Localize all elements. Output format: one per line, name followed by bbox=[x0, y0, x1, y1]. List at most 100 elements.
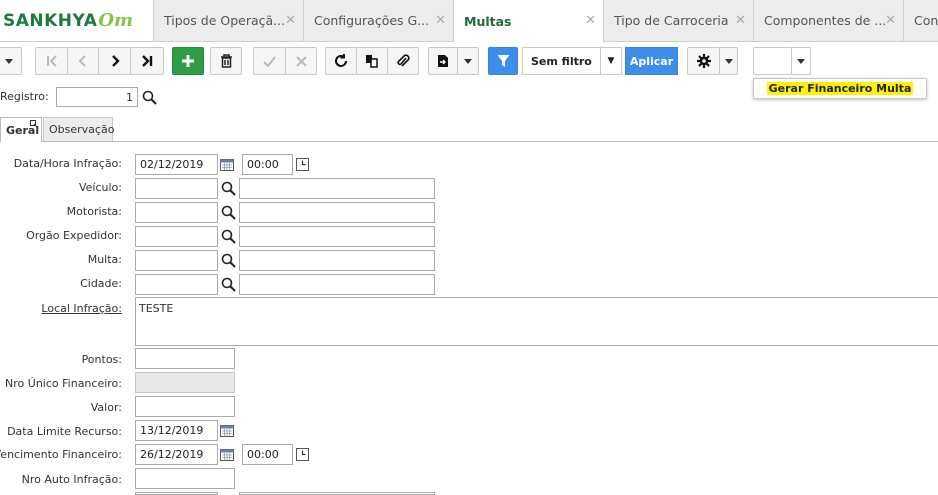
close-icon[interactable]: ✕ bbox=[585, 13, 596, 28]
actions-popup-menu: Gerar Financeiro Multa bbox=[753, 78, 927, 99]
vencimento-financeiro-date-input[interactable]: 26/12/2019 bbox=[135, 444, 218, 465]
clock-icon[interactable] bbox=[294, 156, 310, 172]
check-icon bbox=[263, 55, 276, 67]
close-icon[interactable]: ✕ bbox=[435, 13, 446, 28]
multa-label: Multa: bbox=[87, 253, 122, 266]
next-record-button[interactable] bbox=[98, 47, 131, 75]
data-limite-recurso-label: Data Limite Recurso: bbox=[7, 425, 122, 438]
orgao-expedidor-code-input[interactable] bbox=[135, 226, 218, 247]
close-icon[interactable]: ✕ bbox=[285, 13, 296, 28]
delete-record-button[interactable] bbox=[210, 47, 242, 75]
copy-icon bbox=[366, 55, 378, 68]
export-button[interactable] bbox=[428, 47, 458, 75]
clock-icon[interactable] bbox=[294, 446, 310, 462]
calendar-icon[interactable] bbox=[219, 422, 235, 438]
settings-dropdown-button[interactable] bbox=[719, 47, 738, 75]
data-limite-recurso-input[interactable]: 13/12/2019 bbox=[135, 420, 218, 441]
calendar-icon[interactable] bbox=[219, 446, 235, 462]
caret-down-icon bbox=[464, 58, 472, 64]
search-icon[interactable] bbox=[220, 228, 236, 244]
x-icon bbox=[295, 55, 307, 67]
actions-button[interactable] bbox=[753, 47, 792, 75]
tab-bar: SANKHYA Om Tipos de Operaçã... ✕ Configu… bbox=[0, 0, 938, 42]
data-infracao-input[interactable]: 02/12/2019 bbox=[135, 154, 218, 175]
motorista-label: Motorista: bbox=[66, 205, 122, 218]
orgao-expedidor-desc-input[interactable] bbox=[239, 226, 435, 247]
filter-button[interactable] bbox=[488, 47, 518, 75]
chevron-left-icon bbox=[78, 55, 86, 67]
tab-observacao[interactable]: Observação bbox=[43, 117, 114, 142]
settings-button[interactable] bbox=[687, 47, 720, 75]
tab-multas[interactable]: Multas ✕ bbox=[454, 0, 604, 42]
filter-select-value: Sem filtro bbox=[531, 54, 592, 68]
menu-dropdown-button[interactable] bbox=[0, 47, 22, 75]
close-icon[interactable]: ✕ bbox=[735, 13, 746, 28]
valor-input[interactable] bbox=[135, 396, 235, 417]
search-icon[interactable] bbox=[220, 204, 236, 220]
search-icon[interactable] bbox=[220, 180, 236, 196]
tab-configuracoes[interactable]: Configurações G... ✕ bbox=[304, 0, 454, 41]
caret-down-icon bbox=[5, 58, 13, 64]
multa-desc-input[interactable] bbox=[239, 250, 435, 271]
veiculo-label: Veículo: bbox=[78, 181, 122, 194]
confirm-button[interactable] bbox=[253, 47, 286, 75]
multa-code-input[interactable] bbox=[135, 250, 218, 271]
caret-down-icon: ▼ bbox=[600, 48, 621, 74]
tab-tipos-operacao[interactable]: Tipos de Operaçã... ✕ bbox=[154, 0, 304, 41]
nro-unico-financeiro-input bbox=[135, 372, 235, 393]
tab-componentes[interactable]: Componentes de ... ✕ bbox=[754, 0, 904, 41]
trash-icon bbox=[220, 54, 232, 68]
veiculo-code-input[interactable] bbox=[135, 178, 218, 199]
refresh-icon bbox=[335, 54, 347, 67]
toolbar: Sem filtro ▼ Aplicar bbox=[0, 42, 938, 82]
previous-record-button[interactable] bbox=[67, 47, 99, 75]
tab-divider bbox=[42, 141, 938, 142]
local-infracao-label[interactable]: Local Infração: bbox=[41, 302, 122, 315]
search-icon[interactable] bbox=[220, 276, 236, 292]
filter-select[interactable]: Sem filtro ▼ bbox=[522, 47, 622, 75]
tab-geral[interactable]: Geral bbox=[0, 117, 42, 142]
paperclip-icon bbox=[397, 53, 410, 67]
nro-unico-financeiro-label: Nro Único Financeiro: bbox=[5, 377, 122, 390]
refresh-button[interactable] bbox=[325, 47, 357, 75]
close-icon[interactable]: ✕ bbox=[885, 13, 896, 28]
popout-icon bbox=[30, 120, 38, 128]
actions-dropdown-button[interactable] bbox=[791, 47, 811, 75]
data-hora-infracao-label: Data/Hora Infração: bbox=[13, 157, 122, 170]
menu-item-gerar-financeiro-multa[interactable]: Gerar Financeiro Multa bbox=[766, 82, 914, 95]
nro-auto-infracao-input[interactable] bbox=[135, 468, 235, 489]
attachment-button[interactable] bbox=[387, 47, 419, 75]
first-record-button[interactable] bbox=[35, 47, 68, 75]
motorista-desc-input[interactable] bbox=[239, 202, 435, 223]
last-record-button[interactable] bbox=[130, 47, 164, 75]
valor-label: Valor: bbox=[90, 401, 122, 414]
cidade-desc-input[interactable] bbox=[239, 274, 435, 295]
local-infracao-textarea[interactable]: TESTE bbox=[135, 297, 938, 346]
logo-main-text: SANKHYA bbox=[3, 10, 98, 31]
tab-tipo-carroceria[interactable]: Tipo de Carroceria ✕ bbox=[604, 0, 754, 41]
sankhya-logo: SANKHYA Om bbox=[0, 0, 154, 41]
vencimento-financeiro-time-input[interactable]: 00:00 bbox=[242, 444, 293, 465]
pontos-input[interactable] bbox=[135, 348, 235, 369]
search-icon[interactable] bbox=[141, 89, 157, 105]
plus-icon bbox=[182, 55, 194, 67]
add-record-button[interactable] bbox=[172, 47, 204, 75]
apply-filter-button[interactable]: Aplicar bbox=[625, 47, 678, 75]
export-dropdown-button[interactable] bbox=[457, 47, 479, 75]
cidade-label: Cidade: bbox=[80, 277, 122, 290]
tab-label: Conf bbox=[914, 13, 938, 28]
vencimento-financeiro-label: Vencimento Financeiro: bbox=[0, 448, 122, 461]
tab-label: Tipos de Operaçã... bbox=[164, 13, 286, 28]
duplicate-button[interactable] bbox=[356, 47, 388, 75]
veiculo-desc-input[interactable] bbox=[239, 178, 435, 199]
hora-infracao-input[interactable]: 00:00 bbox=[242, 154, 293, 175]
cidade-code-input[interactable] bbox=[135, 274, 218, 295]
registro-input[interactable]: 1 bbox=[56, 87, 138, 107]
motorista-code-input[interactable] bbox=[135, 202, 218, 223]
caret-down-icon bbox=[724, 58, 733, 64]
cancel-button[interactable] bbox=[285, 47, 317, 75]
pontos-label: Pontos: bbox=[81, 353, 122, 366]
tab-conf[interactable]: Conf bbox=[904, 0, 938, 41]
search-icon[interactable] bbox=[220, 252, 236, 268]
calendar-icon[interactable] bbox=[219, 156, 235, 172]
